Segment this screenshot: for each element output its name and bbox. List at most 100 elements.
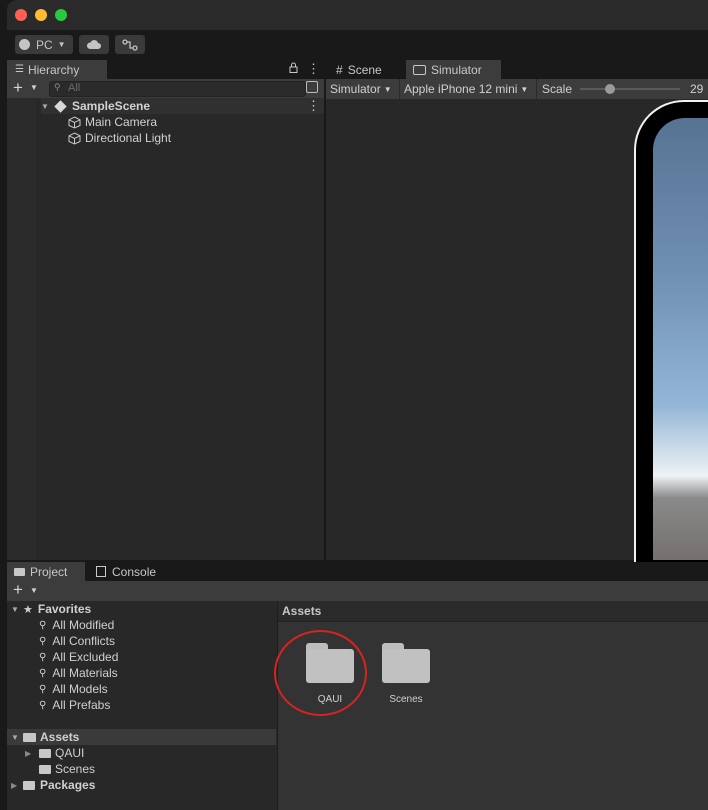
hierarchy-panel: ☰ Hierarchy ⋮ + ▼ ⚲ All ▼ SampleScene ⋮: [7, 60, 324, 560]
star-icon: ★: [23, 603, 33, 616]
device-dropdown[interactable]: Apple iPhone 12 mini ▼: [404, 81, 528, 97]
tab-scene[interactable]: # Scene: [330, 60, 405, 79]
favorite-label: All Conflicts: [52, 634, 116, 648]
favorite-label: All Models: [52, 682, 108, 696]
favorite-label: All Modified: [52, 618, 115, 632]
create-button[interactable]: +: [13, 78, 23, 98]
close-window-button[interactable]: [15, 9, 27, 21]
favorites-label: Favorites: [37, 602, 92, 616]
simulator-mode-dropdown[interactable]: Simulator ▼: [330, 81, 392, 97]
scene-more-icon[interactable]: ⋮: [307, 98, 320, 114]
search-icon: ⚲: [39, 683, 47, 695]
favorite-label: All Materials: [52, 666, 118, 680]
search-icon: ⚲: [39, 699, 47, 711]
tab-hierarchy[interactable]: ☰ Hierarchy: [7, 60, 107, 79]
folder-icon: [382, 643, 430, 683]
device-label: Apple iPhone 12 mini: [404, 82, 518, 96]
account-icon: [19, 39, 30, 50]
list-icon: ☰: [15, 64, 24, 75]
simulator-panel: # Scene Simulator Simulator ▼ Apple iPho…: [326, 60, 708, 602]
tab-simulator-label: Simulator: [431, 62, 482, 77]
tab-simulator[interactable]: Simulator: [406, 60, 501, 79]
collapsed-arrow-icon[interactable]: ▶: [25, 749, 39, 758]
object-name: Directional Light: [85, 131, 172, 145]
tab-project[interactable]: Project: [7, 562, 85, 581]
device-screen: [653, 118, 708, 560]
asset-breadcrumb-bar: Assets: [278, 601, 708, 622]
asset-item-label: Scenes: [389, 694, 423, 705]
chevron-down-icon[interactable]: ▼: [30, 586, 38, 595]
scale-slider-track[interactable]: [580, 88, 680, 90]
favorite-item[interactable]: ⚲ All Excluded: [39, 649, 118, 665]
minimize-window-button[interactable]: [35, 9, 47, 21]
favorites-header[interactable]: ▼ ★ Favorites: [11, 601, 91, 617]
tree-row-object[interactable]: Main Camera: [68, 114, 157, 130]
tree-row-object[interactable]: Directional Light: [68, 130, 171, 146]
more-options-icon[interactable]: ⋮: [307, 61, 320, 77]
mode-label: Simulator: [330, 82, 381, 96]
search-icon: ⚲: [39, 635, 47, 647]
project-tab-bar: Project Console: [7, 562, 708, 581]
tab-scene-label: Scene: [347, 62, 382, 77]
scene-name: SampleScene: [72, 99, 151, 113]
packages-row[interactable]: ▶ Packages: [11, 777, 95, 793]
collapsed-arrow-icon[interactable]: ▶: [11, 781, 23, 790]
gameobject-cube-icon: [68, 131, 81, 145]
tree-row-scene[interactable]: ▼ SampleScene ⋮: [41, 98, 324, 114]
tab-hierarchy-label: Hierarchy: [27, 62, 80, 77]
favorite-item[interactable]: ⚲ All Conflicts: [39, 633, 115, 649]
tab-project-label: Project: [30, 564, 68, 579]
platform-label: PC: [36, 37, 53, 52]
account-dropdown[interactable]: PC ▼: [15, 35, 73, 54]
zoom-window-button[interactable]: [55, 9, 67, 21]
project-panel: Project Console + ▼ ▼ ★ Favorites ⚲ All M…: [7, 562, 708, 810]
favorite-label: All Excluded: [52, 650, 119, 664]
create-asset-button[interactable]: +: [13, 580, 23, 600]
favorite-item[interactable]: ⚲ All Modified: [39, 617, 114, 633]
expand-arrow-icon[interactable]: ▼: [11, 605, 23, 614]
search-icon: ⚲: [54, 82, 61, 92]
asset-folder-row[interactable]: ▶ QAUI: [25, 745, 84, 761]
title-bar: [7, 0, 708, 30]
search-icon: ⚲: [39, 619, 47, 631]
tab-console-label: Console: [112, 564, 157, 579]
asset-item[interactable]: Scenes: [374, 643, 438, 705]
scale-slider-thumb[interactable]: [605, 84, 615, 94]
cloud-icon: [86, 40, 101, 49]
search-filter-icon[interactable]: [306, 81, 318, 93]
folder-icon: [39, 748, 51, 758]
favorite-item[interactable]: ⚲ All Models: [39, 681, 108, 697]
folder-label: QAUI: [55, 746, 85, 760]
favorite-item[interactable]: ⚲ All Materials: [39, 665, 118, 681]
folder-icon: [23, 780, 35, 790]
gameobject-cube-icon: [68, 115, 81, 129]
hierarchy-search-input[interactable]: ⚲ All: [49, 81, 306, 97]
asset-folder-row[interactable]: Scenes: [39, 761, 95, 777]
open-folder-icon: [23, 732, 36, 742]
search-icon: ⚲: [39, 651, 47, 663]
scale-value: 29: [690, 81, 703, 97]
chevron-down-icon: ▼: [383, 84, 392, 94]
scale-text: Scale: [542, 82, 573, 96]
project-toolbar: + ▼: [7, 580, 708, 601]
lock-icon[interactable]: [289, 62, 298, 76]
favorite-item[interactable]: ⚲ All Prefabs: [39, 697, 110, 713]
assets-root-row[interactable]: ▼ Assets: [7, 729, 276, 745]
tab-console[interactable]: Console: [87, 562, 167, 581]
folder-icon: [14, 567, 25, 576]
hierarchy-gutter: [7, 98, 38, 560]
object-name: Main Camera: [85, 115, 158, 129]
console-icon: [96, 566, 106, 577]
breadcrumb-assets[interactable]: Assets: [282, 604, 321, 618]
scale-label: Scale: [542, 81, 572, 97]
chevron-down-icon[interactable]: ▼: [30, 83, 38, 92]
highlight-circle: [274, 630, 367, 716]
expand-arrow-icon[interactable]: ▼: [11, 733, 23, 742]
toolbar-divider: [536, 79, 537, 99]
collab-button[interactable]: [115, 35, 145, 54]
main-toolbar: PC ▼: [7, 30, 708, 60]
cloud-button[interactable]: [79, 35, 109, 54]
unity-editor-window: PC ▼ ☰ Hierarchy ⋮ + ▼ ⚲ All ▼ SampleSce…: [7, 0, 708, 810]
search-icon: ⚲: [39, 667, 47, 679]
hierarchy-tab-bar: ☰ Hierarchy ⋮: [7, 60, 324, 79]
